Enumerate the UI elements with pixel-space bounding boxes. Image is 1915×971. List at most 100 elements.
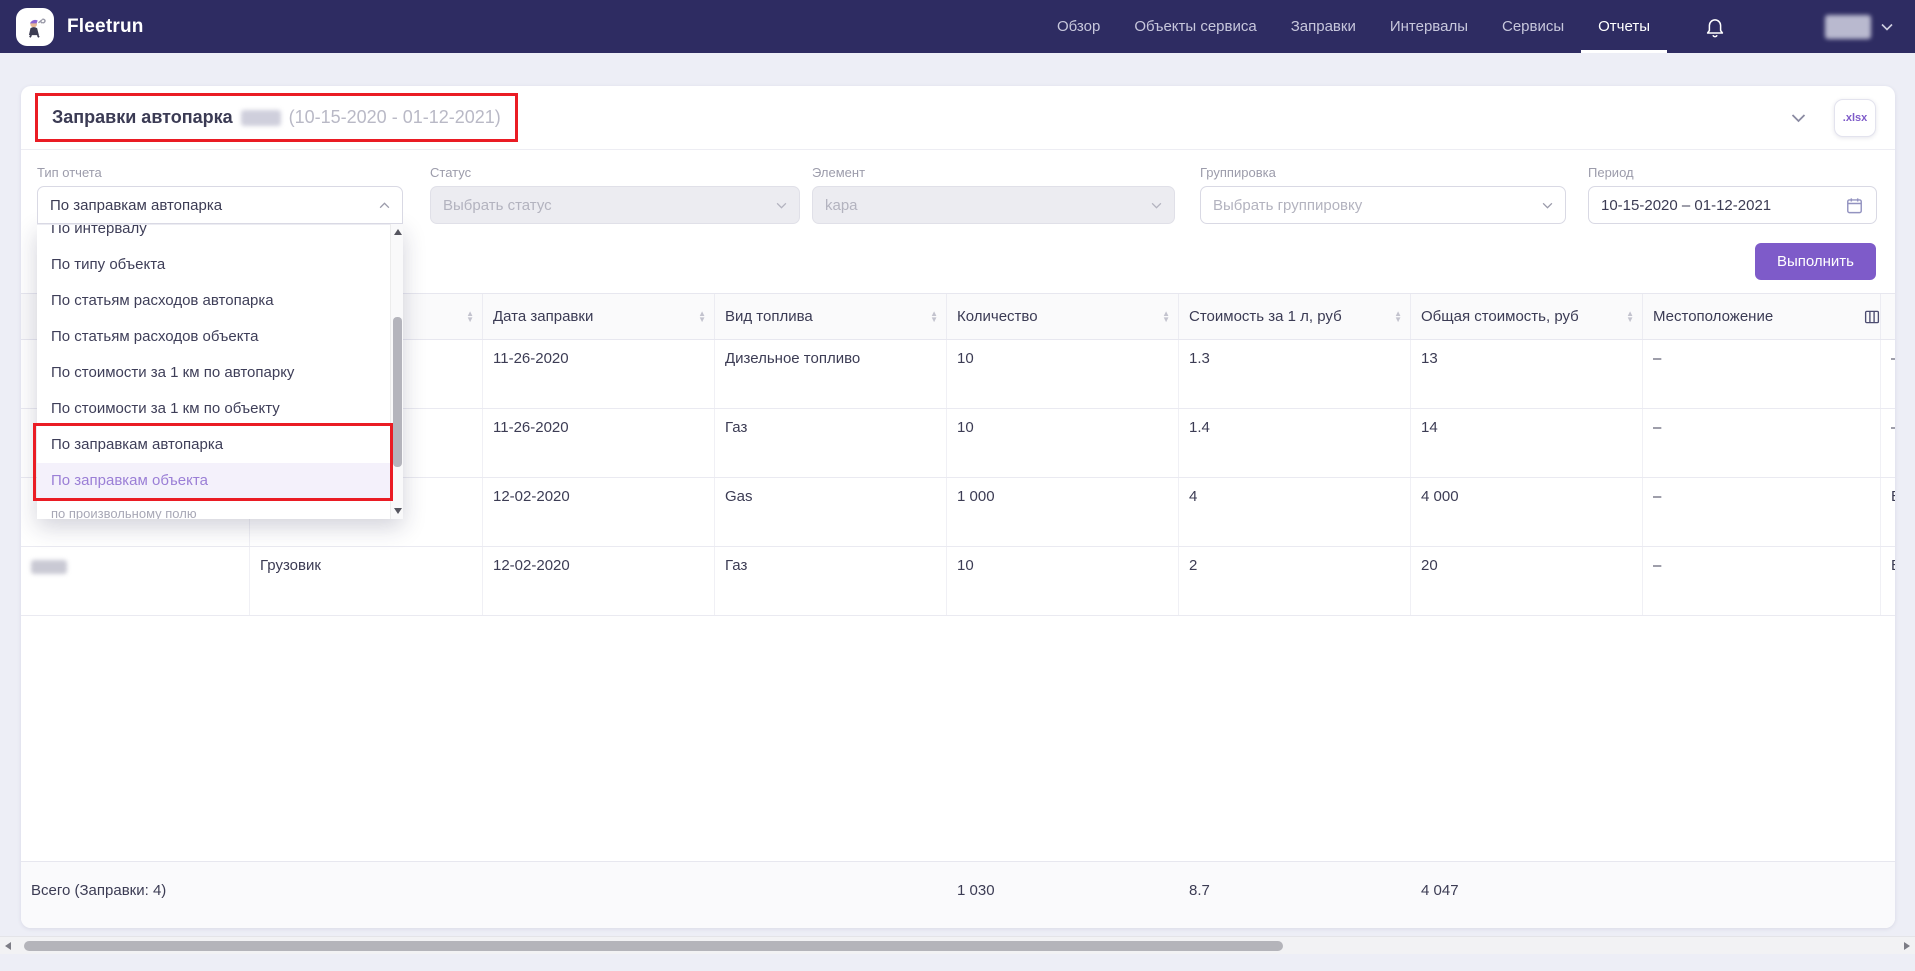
report-type-option-8[interactable]: по произвольному полю xyxy=(37,499,403,519)
chevron-down-icon xyxy=(776,202,787,209)
column-header-label: Местоположение xyxy=(1653,308,1872,325)
sort-icon[interactable]: ▲▼ xyxy=(1162,311,1170,323)
table-cell: 10 xyxy=(947,547,1179,615)
collapse-report-chevron-icon[interactable] xyxy=(1791,113,1806,123)
table-row-3: Грузовик12-02-2020Газ10220–Ва xyxy=(21,547,1895,616)
table-cell: – xyxy=(1643,478,1881,546)
scroll-up-arrow-icon[interactable] xyxy=(394,229,402,235)
table-cell: Газ xyxy=(715,547,947,615)
app-title: Fleetrun xyxy=(67,16,144,38)
report-type-option-2[interactable]: По статьям расходов автопарка xyxy=(37,283,403,319)
run-report-button[interactable]: Выполнить xyxy=(1755,243,1876,280)
table-footer-row: Всего (Заправки: 4)1 0308.74 047 xyxy=(21,861,1895,928)
chevron-down-icon xyxy=(1151,202,1162,209)
scroll-down-arrow-icon[interactable] xyxy=(394,508,402,514)
table-cell: 14 xyxy=(1411,409,1643,477)
sort-icon[interactable]: ▲▼ xyxy=(466,311,474,323)
table-cell: 11-26-2020 xyxy=(483,409,715,477)
filter-report-type: Тип отчета xyxy=(37,165,403,186)
table-cell: – xyxy=(1643,340,1881,408)
scroll-right-arrow-icon[interactable] xyxy=(1904,942,1910,950)
column-header-6[interactable]: Общая стоимость, руб ▲▼ xyxy=(1411,294,1643,339)
column-header-5[interactable]: Стоимость за 1 л, руб ▲▼ xyxy=(1179,294,1411,339)
nav-item-5[interactable]: Отчеты xyxy=(1581,0,1667,53)
report-type-option-1[interactable]: По типу объекта xyxy=(37,247,403,283)
scrollbar-thumb[interactable] xyxy=(393,317,402,467)
user-name-redacted xyxy=(1825,15,1871,39)
column-header-label: Стоимость за 1 л, руб xyxy=(1189,308,1388,325)
column-header-8 xyxy=(1881,294,1895,339)
status-select[interactable]: Выбрать статус xyxy=(430,186,800,224)
column-header-label: Количество xyxy=(957,308,1156,325)
report-type-option-5[interactable]: По стоимости за 1 км по объекту xyxy=(37,391,403,427)
footer-cell: 8.7 xyxy=(1179,862,1411,928)
dropdown-scrollbar[interactable] xyxy=(390,224,403,519)
nav-item-3[interactable]: Интервалы xyxy=(1373,0,1485,53)
footer-cell xyxy=(250,862,483,928)
element-select[interactable]: kapa xyxy=(812,186,1175,224)
fleetrun-logo-icon xyxy=(16,8,54,46)
calendar-icon xyxy=(1845,196,1864,215)
column-header-2[interactable]: Дата заправки▲▼ xyxy=(483,294,715,339)
notifications-bell-icon[interactable] xyxy=(1703,15,1727,39)
brand[interactable]: Fleetrun xyxy=(16,8,144,46)
report-type-select[interactable]: По заправкам автопарка xyxy=(37,186,403,224)
report-type-option-6[interactable]: По заправкам автопарка xyxy=(37,427,403,463)
annotation-box-report-title: Заправки автопарка (10-15-2020 - 01-12-2… xyxy=(35,93,518,142)
table-cell: Газ xyxy=(715,409,947,477)
export-xlsx-button[interactable]: .xlsx xyxy=(1834,99,1876,137)
report-type-options-list: По интервалуПо типу объектаПо статьям ра… xyxy=(37,224,403,519)
nav-item-2[interactable]: Заправки xyxy=(1274,0,1373,53)
sort-icon[interactable]: ▲▼ xyxy=(1626,311,1634,323)
table-cell: – xyxy=(1643,409,1881,477)
table-cell: 11-26-2020 xyxy=(483,340,715,408)
table-cell: 10 xyxy=(947,340,1179,408)
table-cell: 12-02-2020 xyxy=(483,547,715,615)
table-cell: 12-02-2020 xyxy=(483,478,715,546)
filter-report-type-label: Тип отчета xyxy=(37,165,403,180)
hscrollbar-thumb[interactable] xyxy=(24,941,1283,951)
table-cell: 2 xyxy=(1179,547,1411,615)
sort-icon[interactable]: ▲▼ xyxy=(698,311,706,323)
footer-cell xyxy=(715,862,947,928)
footer-cell: 1 030 xyxy=(947,862,1179,928)
report-header: Заправки автопарка (10-15-2020 - 01-12-2… xyxy=(21,86,1895,150)
table-cell: – xyxy=(1643,547,1881,615)
column-header-4[interactable]: Количество ▲▼ xyxy=(947,294,1179,339)
column-header-label: Общая стоимость, руб xyxy=(1421,308,1620,325)
nav-item-1[interactable]: Объекты сервиса xyxy=(1117,0,1273,53)
report-card: Заправки автопарка (10-15-2020 - 01-12-2… xyxy=(21,86,1895,928)
sort-icon[interactable]: ▲▼ xyxy=(1394,311,1402,323)
table-cell: Ва xyxy=(1881,547,1895,615)
grouping-select[interactable]: Выбрать группировку xyxy=(1200,186,1566,224)
table-cell: 4 xyxy=(1179,478,1411,546)
table-cell: 20 xyxy=(1411,547,1643,615)
report-type-option-0[interactable]: По интервалу xyxy=(37,224,403,247)
footer-cell: 4 047 xyxy=(1411,862,1643,928)
table-cell: Грузовик xyxy=(250,547,483,615)
report-type-option-4[interactable]: По стоимости за 1 км по автопарку xyxy=(37,355,403,391)
table-cell: Дизельное топливо xyxy=(715,340,947,408)
report-type-option-7[interactable]: По заправкам объекта xyxy=(37,463,403,499)
horizontal-scrollbar[interactable] xyxy=(0,936,1915,954)
period-input[interactable]: 10-15-2020 – 01-12-2021 xyxy=(1588,186,1877,224)
footer-cell xyxy=(1643,862,1881,928)
column-header-3[interactable]: Вид топлива▲▼ xyxy=(715,294,947,339)
nav-item-4[interactable]: Сервисы xyxy=(1485,0,1581,53)
user-menu[interactable] xyxy=(1825,15,1893,39)
scroll-left-arrow-icon[interactable] xyxy=(5,942,11,950)
filter-status: Статус Выбрать статус xyxy=(430,165,800,224)
report-type-option-3[interactable]: По статьям расходов объекта xyxy=(37,319,403,355)
redacted-object-name xyxy=(31,560,67,574)
table-cell xyxy=(21,547,250,615)
sort-icon[interactable]: ▲▼ xyxy=(930,311,938,323)
filter-grouping: Группировка Выбрать группировку xyxy=(1200,165,1566,224)
table-cell: 1 000 xyxy=(947,478,1179,546)
table-cell: 10 xyxy=(947,409,1179,477)
table-cell: 13 xyxy=(1411,340,1643,408)
filter-grouping-label: Группировка xyxy=(1200,165,1566,180)
nav-item-0[interactable]: Обзор xyxy=(1040,0,1117,53)
column-header-7: Местоположение xyxy=(1643,294,1881,339)
filter-period-label: Период xyxy=(1588,165,1877,180)
column-settings-icon[interactable] xyxy=(1863,308,1881,326)
